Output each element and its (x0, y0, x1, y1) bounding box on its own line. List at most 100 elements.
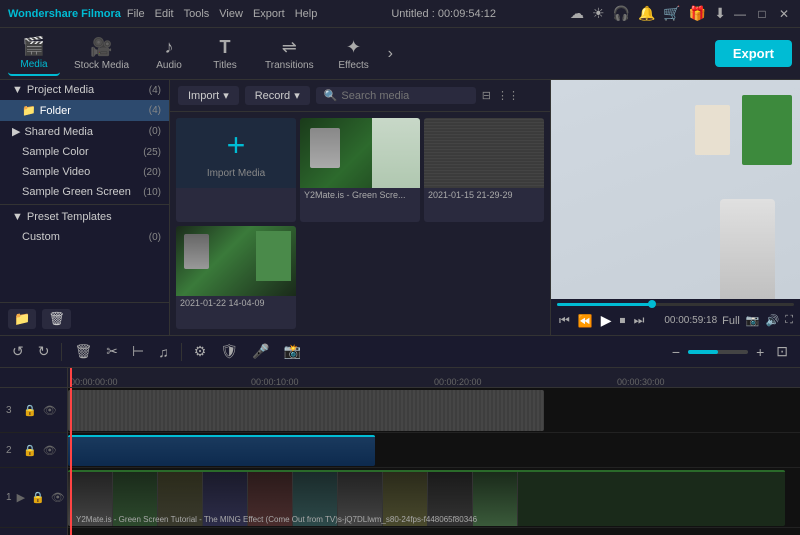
menu-export[interactable]: Export (253, 8, 285, 20)
menu-edit[interactable]: Edit (155, 8, 174, 20)
shared-media-label: Shared Media (24, 126, 93, 138)
title-bar-controls: ☁ ☀ 🎧 🔔 🛒 🎁 ⬇ — □ ✕ (570, 5, 792, 22)
shield-btn[interactable]: 🛡 (216, 341, 242, 362)
zoom-out-button[interactable]: − (668, 342, 684, 362)
preview-icons: Full 📷 🔊 ⛶ (721, 313, 794, 328)
fullscreen-icon[interactable]: ⛶ (784, 313, 794, 328)
media-item-green2[interactable]: 2021-01-22 14-04-09 (176, 226, 296, 330)
screenshot-icon[interactable]: 📷 (745, 313, 761, 328)
bell-icon[interactable]: 🔔 (638, 5, 655, 22)
stop-button[interactable]: ⏹ (618, 311, 628, 330)
new-folder-button[interactable]: 📁 (8, 309, 36, 329)
panel-preset-templates[interactable]: ▼ Preset Templates (0, 207, 169, 227)
toolbar-more-button[interactable]: › (384, 41, 397, 67)
track-3-label: 3 🔒 👁 (0, 388, 67, 433)
audio-icon: ♪ (165, 37, 174, 58)
audio-label: Audio (156, 60, 182, 71)
toolbar-titles[interactable]: T Titles (199, 33, 251, 75)
record-button[interactable]: Record ▾ (245, 86, 310, 105)
panel-sample-color[interactable]: Sample Color (25) (0, 142, 169, 162)
sample-green-screen-label: Sample Green Screen (22, 186, 131, 198)
panel-project-media[interactable]: ▼ Project Media (4) (0, 80, 169, 100)
cloud-icon[interactable]: ☁ (570, 5, 584, 22)
timeline-content: 3 🔒 👁 2 🔒 👁 1 ▶ 🔒 👁 00:00:00:00 00:00:1 (0, 368, 800, 535)
track-3-clip[interactable] (68, 390, 544, 431)
frame-back-button[interactable]: ⏪ (576, 312, 595, 330)
track-3-lock[interactable]: 🔒 (22, 403, 38, 418)
sun-icon[interactable]: ☀ (592, 5, 605, 22)
fit-button[interactable]: ⊡ (772, 341, 792, 362)
effects-icon: ✦ (346, 37, 361, 58)
camera-btn[interactable]: 📸 (279, 341, 304, 362)
track-1-lock[interactable]: 🔒 (30, 490, 46, 505)
app-logo: Wondershare Filmora (8, 8, 121, 20)
menu-view[interactable]: View (219, 8, 243, 20)
zoom-slider[interactable] (688, 350, 748, 354)
export-button[interactable]: Export (715, 40, 792, 67)
media-item-noise[interactable]: 2021-01-15 21-29-29 (424, 118, 544, 222)
ruler-playhead (70, 368, 72, 387)
menu-help[interactable]: Help (295, 8, 318, 20)
track-2-clip[interactable] (68, 435, 375, 466)
quality-selector[interactable]: Full (721, 314, 741, 328)
toolbar-transitions[interactable]: ⇌ Transitions (255, 33, 324, 75)
search-input[interactable] (341, 90, 467, 102)
track-1-clip[interactable]: Y2Mate.is - Green Screen Tutorial - The … (68, 470, 785, 526)
track-2-eye[interactable]: 👁 (42, 443, 58, 458)
import-arrow: ▾ (223, 89, 229, 102)
toolbar-stock-media[interactable]: 🎥 Stock Media (64, 33, 139, 75)
delete-clip-button[interactable]: 🗑 (70, 341, 96, 362)
menu-file[interactable]: File (127, 8, 145, 20)
preview-progress-thumb (648, 300, 656, 308)
skip-back-button[interactable]: ⏮ (557, 311, 572, 330)
download-icon[interactable]: ⬇ (714, 5, 726, 22)
play-button[interactable]: ▶ (599, 310, 614, 331)
mic-btn[interactable]: 🎤 (248, 341, 273, 362)
media-item-green-screen[interactable]: Y2Mate.is - Green Scre... (300, 118, 420, 222)
stock-media-icon: 🎥 (90, 37, 112, 58)
track-1-play[interactable]: ▶ (16, 490, 26, 505)
track-1-eye[interactable]: 👁 (50, 490, 66, 505)
panel-sample-video[interactable]: Sample Video (20) (0, 162, 169, 182)
panel-shared-media[interactable]: ▶ Shared Media (0) (0, 121, 169, 142)
audio-clip-button[interactable]: ♫ (154, 342, 173, 362)
stock-media-label: Stock Media (74, 60, 129, 71)
preview-progress-bar[interactable] (557, 303, 794, 306)
minimize-button[interactable]: — (732, 6, 748, 22)
preview-progress-fill (557, 303, 652, 306)
grid-icon[interactable]: ⋮⋮ (497, 89, 519, 102)
titles-icon: T (220, 37, 231, 58)
delete-button[interactable]: 🗑 (42, 309, 71, 329)
close-button[interactable]: ✕ (776, 6, 792, 22)
skip-forward-button[interactable]: ⏭ (632, 311, 647, 330)
settings-btn[interactable]: ⚙ (190, 341, 211, 362)
track-2-num: 2 (6, 445, 18, 456)
toolbar-media[interactable]: 🎬 Media (8, 32, 60, 76)
custom-label: Custom (22, 231, 60, 243)
preview-bg (551, 80, 800, 299)
cart-icon[interactable]: 🛒 (663, 5, 680, 22)
cut-button[interactable]: ✂ (102, 341, 122, 362)
volume-icon[interactable]: 🔊 (765, 313, 781, 328)
toolbar-audio[interactable]: ♪ Audio (143, 33, 195, 75)
timeline-zoom: − + ⊡ (668, 341, 792, 362)
toolbar-effects[interactable]: ✦ Effects (328, 33, 380, 75)
split-button[interactable]: ⊢ (128, 341, 148, 362)
panel-folder[interactable]: 📁 Folder (4) (0, 100, 169, 121)
maximize-button[interactable]: □ (754, 6, 770, 22)
media-icon: 🎬 (23, 36, 45, 57)
filter-icon[interactable]: ⊟ (482, 89, 491, 102)
track-2-lock[interactable]: 🔒 (22, 443, 38, 458)
panel-sample-green-screen[interactable]: Sample Green Screen (10) (0, 182, 169, 202)
undo-button[interactable]: ↺ (8, 341, 28, 362)
track-3-eye[interactable]: 👁 (42, 403, 58, 418)
zoom-in-button[interactable]: + (752, 342, 768, 362)
headset-icon[interactable]: 🎧 (613, 5, 630, 22)
zoom-handle (688, 350, 718, 354)
media-item-import[interactable]: + Import Media (176, 118, 296, 222)
gift-icon[interactable]: 🎁 (689, 5, 706, 22)
import-button[interactable]: Import ▾ (178, 86, 239, 105)
panel-custom[interactable]: Custom (0) (0, 227, 169, 247)
menu-tools[interactable]: Tools (184, 8, 210, 20)
redo-button[interactable]: ↻ (34, 341, 54, 362)
